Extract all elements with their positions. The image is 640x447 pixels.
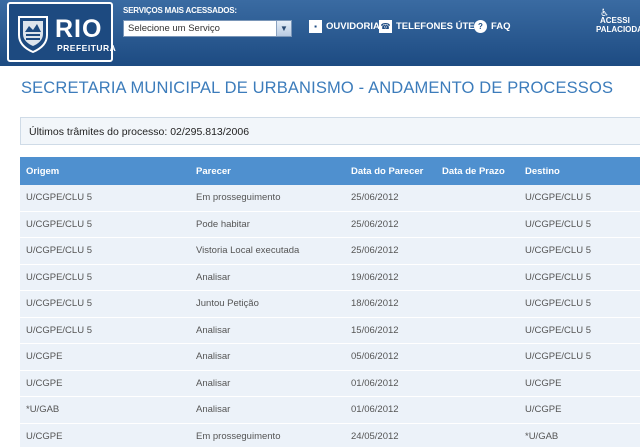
nav-telefones-uteis[interactable]: ☎ TELEFONES ÚTEIS (379, 20, 484, 33)
table-row: U/CGPE Em prosseguimento 24/05/2012 *U/GAB (20, 423, 640, 447)
cell-parecer: Juntou Petição (196, 298, 259, 310)
cell-parecer: Pode habitar (196, 218, 250, 230)
cell-parecer: Em prosseguimento (196, 192, 281, 204)
rio-prefeitura-logo[interactable]: RIO PREFEITURA (7, 2, 117, 62)
chevron-down-icon[interactable]: ▼ (276, 21, 291, 36)
cell-origem: U/CGPE/CLU 5 (26, 218, 92, 230)
column-header-parecer: Parecer (196, 165, 231, 177)
cell-origem: U/CGPE/CLU 5 (26, 324, 92, 336)
logo-subtitle: PREFEITURA (57, 43, 117, 53)
table-row: U/CGPE/CLU 5 Analisar 15/06/2012 U/CGPE/CLU… (20, 317, 640, 344)
cell-data-parecer: 01/06/2012 (351, 377, 399, 389)
rio-crest-icon (18, 16, 48, 53)
cell-parecer: Em prosseguimento (196, 430, 281, 442)
table-row: U/CGPE/CLU 5 Em prosseguimento 25/06/2012 U… (20, 185, 640, 212)
cell-destino: U/CGPE/CLU 5 (525, 298, 591, 310)
cell-origem: U/CGPE (26, 377, 63, 389)
cell-destino: U/CGPE/CLU 5 (525, 351, 591, 363)
nav-ouvidoria[interactable]: ▪ OUVIDORIA (309, 20, 380, 33)
access-line2: PALACIODAC (596, 25, 640, 34)
cell-data-parecer: 18/06/2012 (351, 298, 399, 310)
cell-parecer: Analisar (196, 351, 231, 363)
table-row: U/CGPE Analisar 05/06/2012 U/CGPE/CLU 5 (20, 344, 640, 371)
cell-origem: U/CGPE (26, 430, 63, 442)
services-select-value: Selecione um Serviço (128, 23, 220, 34)
cell-parecer: Analisar (196, 404, 231, 416)
cell-data-parecer: 25/06/2012 (351, 245, 399, 257)
cell-destino: U/CGPE/CLU 5 (525, 192, 591, 204)
table-body: U/CGPE/CLU 5 Em prosseguimento 25/06/2012 U… (20, 185, 640, 447)
table-row: *U/GAB Analisar 01/06/2012 U/CGPE (20, 397, 640, 424)
table-row: U/CGPE/CLU 5 Pode habitar 25/06/2012 U/CGPE… (20, 211, 640, 238)
cell-origem: U/CGPE/CLU 5 (26, 192, 92, 204)
cell-data-parecer: 15/06/2012 (351, 324, 399, 336)
column-header-data-prazo: Data de Prazo (442, 165, 505, 177)
column-header-data-parecer: Data do Parecer (351, 165, 424, 177)
cell-origem: U/CGPE (26, 351, 63, 363)
column-header-destino: Destino (525, 165, 560, 177)
nav-faq-label: FAQ (491, 21, 511, 32)
process-table: Origem Parecer Data do Parecer Data de P… (20, 157, 640, 447)
column-header-origem: Origem (26, 165, 60, 177)
cell-origem: U/CGPE/CLU 5 (26, 271, 92, 283)
services-label: SERVIÇOS MAIS ACESSADOS: (123, 6, 237, 15)
cell-parecer: Vistoria Local executada (196, 245, 300, 257)
cell-destino: U/CGPE/CLU 5 (525, 271, 591, 283)
cell-parecer: Analisar (196, 324, 231, 336)
faq-icon: ? (474, 20, 487, 33)
logo-title: RIO (55, 15, 103, 43)
cell-origem: U/CGPE/CLU 5 (26, 298, 92, 310)
cell-parecer: Analisar (196, 271, 231, 283)
cell-origem: *U/GAB (26, 404, 60, 416)
cell-destino: U/CGPE (525, 377, 562, 389)
table-row: U/CGPE/CLU 5 Analisar 19/06/2012 U/CGPE/CLU… (20, 264, 640, 291)
table-row: U/CGPE/CLU 5 Juntou Petição 18/06/2012 U/CG… (20, 291, 640, 318)
accessibility-link[interactable]: ♿ ACESSI PALACIODAC (596, 9, 640, 35)
cell-data-parecer: 19/06/2012 (351, 271, 399, 283)
cell-data-parecer: 05/06/2012 (351, 351, 399, 363)
top-header: RIO PREFEITURA SERVIÇOS MAIS ACESSADOS: … (0, 0, 640, 66)
table-row: U/CGPE/CLU 5 Vistoria Local executada 25/0… (20, 238, 640, 265)
phone-icon: ☎ (379, 20, 392, 33)
ouvidoria-icon: ▪ (309, 20, 322, 33)
cell-destino: U/CGPE (525, 404, 562, 416)
cell-data-parecer: 01/06/2012 (351, 404, 399, 416)
page-title: SECRETARIA MUNICIPAL DE URBANISMO - ANDA… (21, 79, 614, 97)
wheelchair-icon: ♿ (600, 8, 609, 19)
nav-faq[interactable]: ? FAQ (474, 20, 511, 33)
process-info-box: Últimos trâmites do processo: 02/295.813… (20, 117, 640, 145)
services-select[interactable]: Selecione um Serviço ▼ (123, 20, 292, 37)
nav-ouvidoria-label: OUVIDORIA (326, 21, 380, 32)
cell-data-parecer: 25/06/2012 (351, 218, 399, 230)
cell-data-parecer: 24/05/2012 (351, 430, 399, 442)
cell-destino: *U/GAB (525, 430, 559, 442)
nav-telefones-label: TELEFONES ÚTEIS (396, 21, 484, 32)
cell-data-parecer: 25/06/2012 (351, 192, 399, 204)
cell-destino: U/CGPE/CLU 5 (525, 218, 591, 230)
table-header: Origem Parecer Data do Parecer Data de P… (20, 157, 640, 185)
cell-parecer: Analisar (196, 377, 231, 389)
cell-destino: U/CGPE/CLU 5 (525, 245, 591, 257)
cell-destino: U/CGPE/CLU 5 (525, 324, 591, 336)
process-info-text: Últimos trâmites do processo: 02/295.813… (29, 126, 250, 138)
table-row: U/CGPE Analisar 01/06/2012 U/CGPE (20, 370, 640, 397)
cell-origem: U/CGPE/CLU 5 (26, 245, 92, 257)
